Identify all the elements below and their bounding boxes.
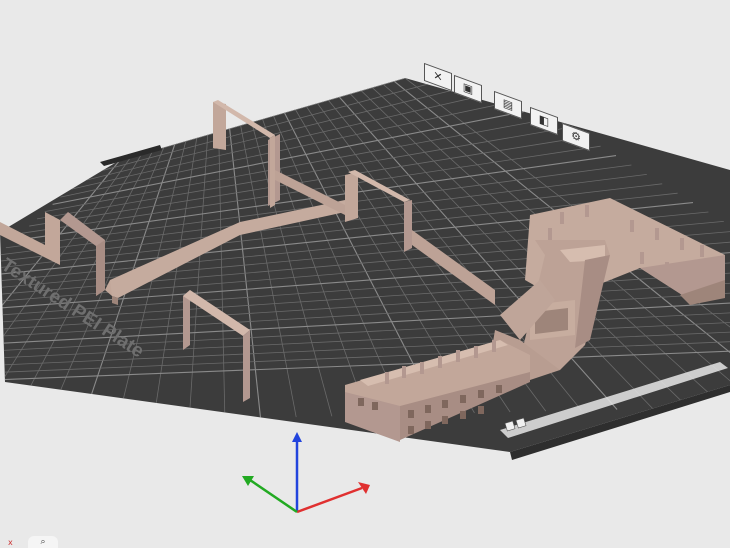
post <box>438 356 442 368</box>
y-axis <box>249 478 298 514</box>
build-plate-scene[interactable]: Textured PEI Plate <box>0 0 730 548</box>
post <box>680 238 684 250</box>
z-axis-arrow <box>292 432 302 442</box>
post <box>630 220 634 232</box>
post <box>700 245 704 257</box>
post <box>655 228 659 240</box>
axis-gizmo <box>242 432 370 514</box>
window <box>425 421 431 429</box>
post <box>385 372 389 384</box>
window <box>372 402 378 410</box>
post <box>585 205 589 217</box>
post <box>420 362 424 374</box>
post <box>640 252 644 264</box>
post <box>492 340 496 352</box>
post <box>474 346 478 358</box>
window <box>478 406 484 414</box>
post <box>560 212 564 224</box>
post <box>665 262 669 274</box>
window <box>358 398 364 406</box>
post <box>548 228 552 240</box>
x-axis <box>296 486 363 514</box>
window <box>496 385 502 393</box>
window <box>408 426 414 434</box>
window <box>442 416 448 424</box>
3d-viewport[interactable]: Textured PEI Plate ✕ ▣ ▤ ◧ ⚙ <box>0 0 730 548</box>
corner-close-mark[interactable]: x <box>8 538 13 547</box>
window <box>460 395 466 403</box>
window <box>408 410 414 418</box>
post <box>402 366 406 378</box>
window <box>442 400 448 408</box>
window <box>425 405 431 413</box>
window <box>460 411 466 419</box>
lens-icon[interactable]: ⌕ <box>28 536 58 548</box>
window <box>478 390 484 398</box>
post <box>456 350 460 362</box>
